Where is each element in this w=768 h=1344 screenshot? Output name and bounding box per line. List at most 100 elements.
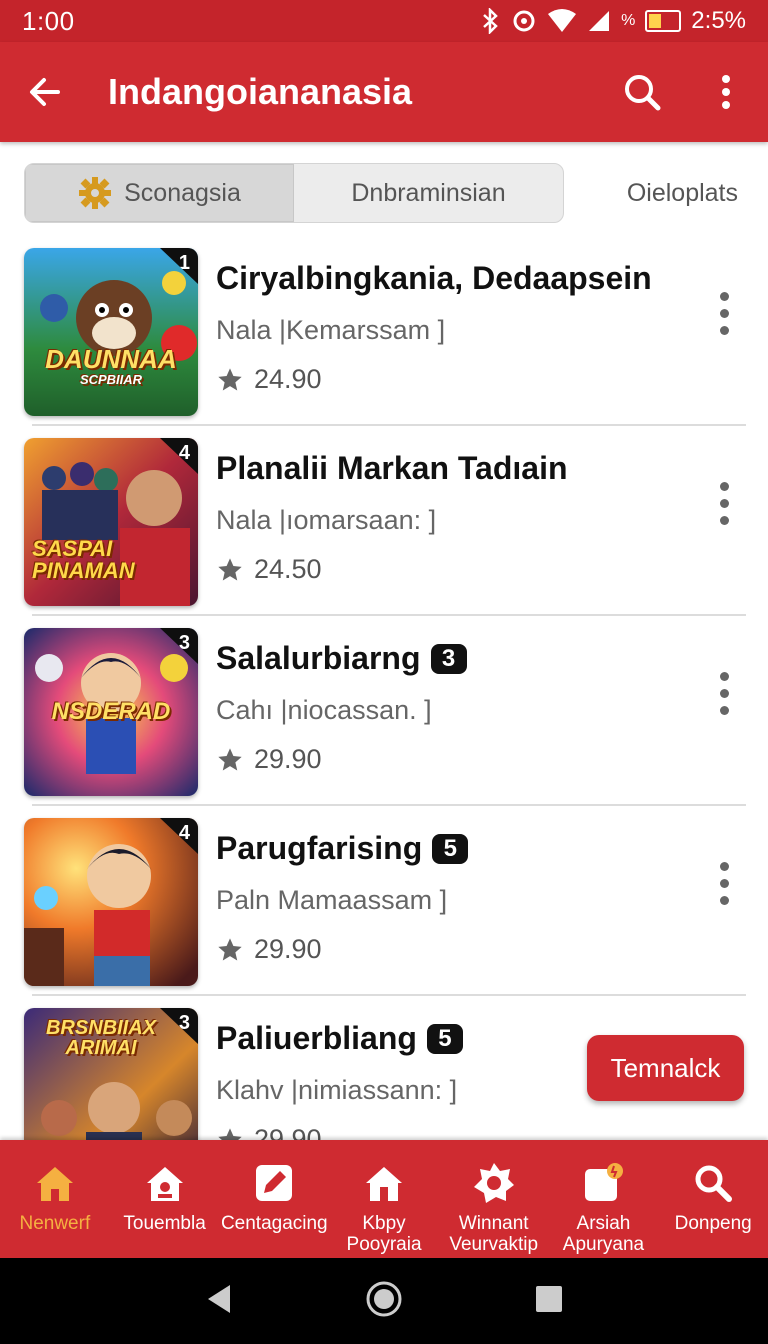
divider <box>32 804 746 806</box>
status-bar: 1:00 % 2:5% <box>0 0 768 42</box>
nav-item-4[interactable]: Kbpy Pooyraia <box>329 1140 439 1258</box>
divider <box>32 994 746 996</box>
overflow-menu-button[interactable] <box>684 42 768 142</box>
more-vert-icon[interactable] <box>702 278 746 348</box>
item-title: Paliuerbliang <box>216 1020 417 1056</box>
more-vert-icon[interactable] <box>702 658 746 728</box>
nav-label: Touembla <box>123 1213 206 1234</box>
item-subtitle: Nala |Kemarssam ] <box>216 315 446 345</box>
item-rating: 24.90 <box>216 364 688 395</box>
search-icon <box>690 1160 736 1206</box>
pencil-icon <box>251 1160 297 1206</box>
game-thumbnail: 4 <box>24 818 198 986</box>
item-title: Planalii Markan Tadıain <box>216 450 568 486</box>
home-outline-icon <box>361 1160 407 1206</box>
nav-item-3[interactable]: Centagacing <box>219 1140 329 1258</box>
thumbnail-art-subtitle: SCPBIIAR <box>79 372 143 387</box>
rating-value: 24.90 <box>254 364 322 394</box>
item-subtitle: Cahı |niocassan. ] <box>216 695 432 725</box>
segmented-control: Sconagsia Dnbraminsian <box>24 163 564 223</box>
tab-bar: Sconagsia Dnbraminsian Oieloplats <box>24 163 748 223</box>
count-badge: 5 <box>432 833 469 864</box>
recents-square-icon[interactable] <box>534 1284 564 1319</box>
item-info: Planalii Markan Tadıain Nala |ıomarsaan:… <box>216 450 688 585</box>
house-icon <box>142 1160 188 1206</box>
nav-label: Arsiah Apuryana <box>562 1213 645 1255</box>
thumbnail-art-title: NSDERAD <box>51 698 171 725</box>
item-title: Salalurbiarng <box>216 640 421 676</box>
item-info: Parugfarising 5 Paln Mamaassam ] 29.90 <box>216 830 688 965</box>
tab-third[interactable]: Oieloplats <box>564 179 748 208</box>
nav-label: Donpeng <box>674 1213 752 1234</box>
count-badge: 3 <box>430 643 467 674</box>
item-title: Ciryalbingkania, Dedaapsein <box>216 260 652 296</box>
list-item[interactable]: DAUNNAA SCPBIIAR 1 Ciryalbingkania, Deda… <box>0 238 768 428</box>
back-triangle-icon[interactable] <box>204 1282 234 1321</box>
back-button[interactable] <box>0 42 90 142</box>
item-rating: 29.90 <box>216 934 688 965</box>
wifi-icon <box>547 9 577 33</box>
bluetooth-icon <box>479 8 501 34</box>
list-item[interactable]: SASPAI PINAMAN 4 Planalii Markan Tadıain… <box>0 428 768 618</box>
battery-text: 2:5% <box>691 7 746 34</box>
nav-item-6[interactable]: Arsiah Apuryana <box>549 1140 659 1258</box>
tab-second-label: Dnbraminsian <box>351 178 506 207</box>
star-icon <box>218 557 242 580</box>
arrow-left-icon <box>30 78 60 106</box>
page-title: Indangoiananasia <box>108 71 413 112</box>
more-vert-icon[interactable] <box>702 848 746 918</box>
list-item[interactable]: NSDERAD 3 Salalurbiarng 3 Cahı |niocassa… <box>0 618 768 808</box>
bottom-nav: Nenwerf Touembla Centagacing Kbpy Pooyra… <box>0 1140 768 1258</box>
list-item[interactable]: 4 Parugfarising 5 Paln Mamaassam ] 29.90 <box>0 808 768 998</box>
badge-icon <box>471 1160 517 1206</box>
rating-value: 24.50 <box>254 554 322 584</box>
more-vert-icon <box>722 75 730 109</box>
home-icon <box>32 1160 78 1206</box>
nav-item-1[interactable]: Nenwerf <box>0 1140 110 1258</box>
game-thumbnail: NSDERAD 3 <box>24 628 198 796</box>
rating-value: 29.90 <box>254 744 322 774</box>
nav-item-5[interactable]: Winnant Veurvaktip <box>439 1140 549 1258</box>
floating-action-button[interactable]: Temnalck <box>587 1035 744 1101</box>
thumbnail-art-title: BRSNBIIAX ARIMAI <box>45 1017 156 1059</box>
search-button[interactable] <box>600 42 684 142</box>
game-thumbnail: DAUNNAA SCPBIIAR 1 <box>24 248 198 416</box>
rating-value: 29.90 <box>254 934 322 964</box>
alarm-icon <box>511 8 537 34</box>
thumbnail-art-title: SASPAI PINAMAN <box>32 536 135 583</box>
item-info: Ciryalbingkania, Dedaapsein Nala |Kemars… <box>216 260 688 395</box>
thumbnail-art-title: DAUNNAA <box>45 344 177 374</box>
item-rating: 24.50 <box>216 554 688 585</box>
item-rating: 29.90 <box>216 744 688 775</box>
tab-second[interactable]: Dnbraminsian <box>294 164 563 222</box>
home-circle-icon[interactable] <box>364 1279 404 1324</box>
nav-label: Nenwerf <box>19 1213 91 1234</box>
more-vert-icon[interactable] <box>702 468 746 538</box>
system-nav-bar <box>0 1258 768 1344</box>
item-title: Parugfarising <box>216 830 423 866</box>
nav-item-7[interactable]: Donpeng <box>658 1140 768 1258</box>
divider <box>32 614 746 616</box>
app-bar: Indangoiananasia <box>0 42 768 142</box>
item-subtitle: Nala |ıomarsaan: ] <box>216 505 437 535</box>
nav-label: Winnant Veurvaktip <box>449 1213 539 1255</box>
star-icon <box>218 367 242 390</box>
tab-first[interactable]: Sconagsia <box>25 164 294 222</box>
star-icon <box>218 937 242 960</box>
search-icon <box>625 75 661 111</box>
item-info: Salalurbiarng 3 Cahı |niocassan. ] 29.90 <box>216 640 688 775</box>
percent-small: % <box>621 12 636 29</box>
signal-icon <box>587 9 611 33</box>
nav-item-2[interactable]: Touembla <box>110 1140 220 1258</box>
gear-icon <box>79 177 112 209</box>
divider <box>32 424 746 426</box>
battery-icon <box>645 10 682 32</box>
star-icon <box>218 747 242 770</box>
count-badge: 5 <box>426 1023 463 1054</box>
status-icons: % 2:5% <box>479 7 746 35</box>
item-subtitle: Paln Mamaassam ] <box>216 885 448 915</box>
calendar-icon <box>580 1160 626 1206</box>
tab-first-label: Sconagsia <box>124 178 241 207</box>
game-thumbnail: SASPAI PINAMAN 4 <box>24 438 198 606</box>
status-time: 1:00 <box>22 5 75 36</box>
